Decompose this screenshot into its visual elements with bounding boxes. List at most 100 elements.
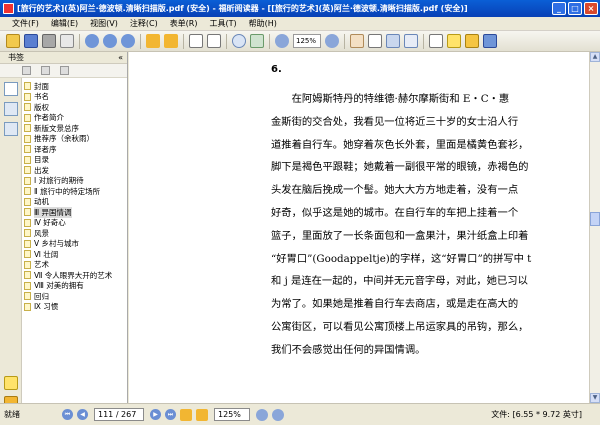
back-view-icon[interactable] [180,408,192,421]
scroll-up-button[interactable]: ▲ [590,52,600,62]
print-icon[interactable] [42,34,56,48]
bookmark-icon [24,103,31,112]
bookmark-item[interactable]: 艺术 [22,260,127,271]
bookmark-label: 作者简介 [34,113,64,123]
scroll-down-button[interactable]: ▼ [590,393,600,403]
menu-edit[interactable]: 编辑(E) [45,18,84,29]
fit-width-icon[interactable] [207,34,221,48]
zoom-icon[interactable] [232,34,246,48]
bookmark-label: 推荐序（余秋雨） [34,134,94,144]
prev-page-button[interactable]: ◀ [77,409,88,420]
prev-page-icon[interactable] [103,34,117,48]
menu-file[interactable]: 文件(F) [0,18,45,29]
bookmarks-tab-icon[interactable] [4,82,18,96]
first-page-button[interactable]: ⏮ [62,409,73,420]
back-icon[interactable] [146,34,160,48]
bookmark-icon [24,208,31,217]
rotate-icon[interactable] [250,34,264,48]
menu-help[interactable]: 帮助(H) [243,18,283,29]
bookmark-item[interactable]: Ⅰ 对旅行的期待 [22,176,127,187]
note-icon[interactable] [447,34,461,48]
find-icon[interactable] [404,34,418,48]
next-page-icon[interactable] [121,34,135,48]
page-number-field[interactable]: 111 / 267 [94,408,144,421]
highlight-icon[interactable] [483,34,497,48]
bookmark-item[interactable]: Ⅸ 习惯 [22,302,127,313]
bookmark-item[interactable]: 目录 [22,155,127,166]
bookmark-icon [24,124,31,133]
menu-tools[interactable]: 工具(T) [204,18,243,29]
title-bar: [旅行的艺术](英)阿兰·德波顿.清晰扫描版.pdf (安全) - 福昕阅读器 … [0,0,600,17]
document-view[interactable]: 6. 在阿姆斯特丹的特维德·赫尔摩斯街和 E・C・惠 金斯街的交合处，我看见一位将… [129,52,589,403]
bookmark-item[interactable]: 译者序 [22,144,127,155]
bookmark-item[interactable]: 风景 [22,228,127,239]
bookmark-label: 目录 [34,155,49,165]
snapshot-icon[interactable] [386,34,400,48]
zoom-out-icon[interactable] [256,408,268,421]
maximize-button[interactable]: □ [568,2,582,15]
pages-tab-icon[interactable] [4,102,18,116]
bookmark-options-icon[interactable] [60,66,69,75]
toolbar-separator [226,33,227,49]
bookmark-item[interactable]: 作者简介 [22,113,127,124]
pdf-page[interactable]: 6. 在阿姆斯特丹的特维德·赫尔摩斯街和 E・C・惠 金斯街的交合处，我看见一位将… [129,52,589,403]
vertical-scrollbar[interactable]: ▲ ▼ [589,52,600,403]
fit-page-icon[interactable] [189,34,203,48]
text-line: 金斯街的交合处，我看见一位将近三十岁的女士沿人行 [271,115,519,128]
bookmark-item[interactable]: 动机 [22,197,127,208]
first-page-icon[interactable] [85,34,99,48]
menu-form[interactable]: 表单(R) [164,18,204,29]
bookmark-item[interactable]: 书名 [22,92,127,103]
forward-view-icon[interactable] [196,408,208,421]
scroll-thumb[interactable] [590,212,600,226]
bookmark-item[interactable]: 封面 [22,81,127,92]
delete-bookmark-icon[interactable] [41,66,50,75]
zoom-in-icon[interactable] [325,34,339,48]
bookmark-icon [24,271,31,280]
bookmark-label: Ⅱ 旅行中的特定场所 [34,186,101,196]
bookmark-item[interactable]: 新版文景总序 [22,123,127,134]
bookmark-item[interactable]: Ⅵ 壮阔 [22,249,127,260]
bookmark-item[interactable]: 出发 [22,165,127,176]
zoom-out-icon[interactable] [275,34,289,48]
new-bookmark-icon[interactable] [22,66,31,75]
select-text-icon[interactable] [368,34,382,48]
bookmark-label: Ⅲ 异国情调 [34,206,72,218]
bookmark-icon [24,187,31,196]
last-page-button[interactable]: ⏭ [165,409,176,420]
comment-icon[interactable] [465,34,479,48]
bookmark-panel-header: 书签 « [0,52,127,64]
menu-view[interactable]: 视图(V) [84,18,124,29]
bookmark-item[interactable]: Ⅲ 异国情调 [22,206,127,218]
layers-tab-icon[interactable] [4,122,18,136]
close-button[interactable]: × [584,2,598,15]
zoom-dropdown[interactable]: 125% [293,34,321,48]
bookmark-item[interactable]: Ⅴ 乡村与城市 [22,239,127,250]
forward-icon[interactable] [164,34,178,48]
zoom-in-icon[interactable] [272,408,284,421]
page-section-number: 6. [271,64,282,75]
bookmark-item[interactable]: Ⅷ 对美的拥有 [22,281,127,292]
minimize-button[interactable]: _ [552,2,566,15]
hand-icon[interactable] [350,34,364,48]
collapse-panel-button[interactable]: « [118,52,123,64]
bookmark-label: 风景 [34,228,49,238]
save-icon[interactable] [24,34,38,48]
bookmark-item[interactable]: 版权 [22,102,127,113]
bookmark-item[interactable]: Ⅶ 令人眼界大开的艺术 [22,270,127,281]
next-page-button[interactable]: ▶ [150,409,161,420]
bookmark-item[interactable]: Ⅳ 好奇心 [22,218,127,229]
bookmark-item[interactable]: 推荐序（余秋雨） [22,134,127,145]
open-icon[interactable] [6,34,20,48]
comments-tab-icon[interactable] [4,376,18,390]
typewriter-icon[interactable] [429,34,443,48]
bookmark-item[interactable]: 回归 [22,291,127,302]
text-line: 头发在脑后挽成一个髻。她大大方方地走着，没有一点 [271,184,519,197]
bookmark-icon [24,113,31,122]
bookmark-label: 新版文景总序 [34,123,79,133]
status-zoom-field[interactable]: 125% [214,408,250,421]
bookmark-item[interactable]: Ⅱ 旅行中的特定场所 [22,186,127,197]
bookmark-panel: 书签 « 封面 书名 版权 作者简介 新版文景总序 推荐序（余秋雨） 译者序 目录 出发 Ⅰ 对旅… [0,52,128,410]
menu-comment[interactable]: 注释(C) [124,18,164,29]
email-icon[interactable] [60,34,74,48]
